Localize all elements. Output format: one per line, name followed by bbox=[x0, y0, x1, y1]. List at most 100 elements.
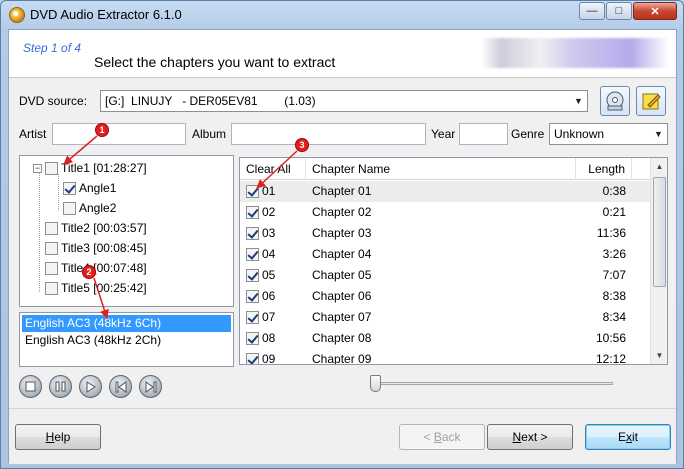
title5-label: Title5 [00:25:42] bbox=[61, 281, 147, 295]
maximize-button[interactable]: □ bbox=[606, 2, 632, 20]
chapter-checkbox[interactable] bbox=[246, 332, 259, 345]
previous-button[interactable] bbox=[109, 375, 132, 398]
audio-stream-item[interactable]: English AC3 (48kHz 6Ch) bbox=[22, 315, 231, 332]
chapter-row[interactable]: 05 Chapter 05 7:07 bbox=[240, 265, 652, 286]
chapter-number: 03 bbox=[262, 226, 276, 240]
genre-select[interactable]: Unknown ▼ bbox=[549, 123, 668, 145]
chevron-down-icon[interactable]: ▼ bbox=[650, 124, 667, 144]
tree-item-title1[interactable]: − Title1 [01:28:27] bbox=[33, 159, 147, 177]
disc-info-button[interactable] bbox=[600, 86, 630, 116]
chapter-checkbox[interactable] bbox=[246, 269, 259, 282]
disc-icon bbox=[606, 91, 624, 111]
chapter-length: 11:36 bbox=[596, 226, 626, 240]
scroll-up-icon[interactable]: ▲ bbox=[651, 158, 667, 175]
pause-icon bbox=[55, 381, 66, 392]
tree-item-title5[interactable]: Title5 [00:25:42] bbox=[45, 279, 147, 297]
close-button[interactable]: ✕ bbox=[633, 2, 677, 20]
chapter-name: Chapter 04 bbox=[312, 247, 372, 261]
chapter-row[interactable]: 02 Chapter 02 0:21 bbox=[240, 202, 652, 223]
maximize-icon: □ bbox=[615, 5, 623, 17]
chapter-name: Chapter 03 bbox=[312, 226, 372, 240]
tree-item-title4[interactable]: Title4 [00:07:48] bbox=[45, 259, 147, 277]
dvd-source-value: [G:] LINUJY - DER05EV81 (1.03) bbox=[105, 94, 316, 108]
chapter-row[interactable]: 06 Chapter 06 8:38 bbox=[240, 286, 652, 307]
stop-button[interactable] bbox=[19, 375, 42, 398]
angle2-label: Angle2 bbox=[79, 201, 117, 215]
minimize-button[interactable]: — bbox=[579, 2, 605, 20]
edit-tags-button[interactable] bbox=[636, 86, 666, 116]
chapter-checkbox[interactable] bbox=[246, 353, 259, 364]
year-label: Year bbox=[431, 127, 456, 141]
next-button-label: Next > bbox=[512, 430, 548, 444]
title2-checkbox[interactable] bbox=[45, 221, 58, 235]
minimize-icon: — bbox=[586, 5, 598, 17]
title-tree[interactable]: − Title1 [01:28:27] Angle1 Angle2 Title2… bbox=[19, 155, 234, 307]
chapter-checkbox[interactable] bbox=[246, 290, 259, 303]
year-input[interactable] bbox=[459, 123, 508, 145]
chapter-length: 12:12 bbox=[595, 352, 626, 365]
title3-label: Title3 [00:08:45] bbox=[61, 241, 147, 255]
annotation-marker-2: 2 bbox=[82, 265, 96, 279]
previous-icon bbox=[115, 380, 126, 393]
audio-stream-list[interactable]: English AC3 (48kHz 6Ch) English AC3 (48k… bbox=[19, 312, 234, 367]
help-button-label: Help bbox=[45, 430, 71, 444]
tree-item-angle1[interactable]: Angle1 bbox=[63, 179, 116, 197]
notepad-edit-icon bbox=[642, 93, 661, 110]
back-button[interactable]: < Back bbox=[399, 424, 485, 450]
title1-checkbox[interactable] bbox=[45, 161, 58, 175]
next-button-wizard[interactable]: Next > bbox=[487, 424, 573, 450]
collapse-icon[interactable]: − bbox=[33, 163, 42, 173]
chapter-row[interactable]: 04 Chapter 04 3:26 bbox=[240, 244, 652, 265]
scroll-thumb[interactable] bbox=[653, 177, 666, 287]
chapter-row[interactable]: 03 Chapter 03 11:36 bbox=[240, 223, 652, 244]
chapter-name: Chapter 05 bbox=[312, 268, 372, 282]
chapter-row[interactable]: 08 Chapter 08 10:56 bbox=[240, 328, 652, 349]
length-header[interactable]: Length bbox=[576, 158, 632, 180]
chapter-select-cell: 03 bbox=[240, 223, 306, 244]
pause-button[interactable] bbox=[49, 375, 72, 398]
chapter-checkbox[interactable] bbox=[246, 311, 259, 324]
scroll-down-icon[interactable]: ▼ bbox=[651, 347, 667, 364]
angle1-label: Angle1 bbox=[79, 181, 117, 195]
blurred-logo bbox=[481, 38, 669, 68]
exit-button[interactable]: Exit bbox=[585, 424, 671, 450]
chapter-name-header[interactable]: Chapter Name bbox=[306, 158, 576, 180]
angle1-checkbox[interactable] bbox=[63, 181, 76, 195]
chapter-length: 7:07 bbox=[602, 268, 626, 282]
artist-input[interactable] bbox=[52, 123, 186, 145]
chapter-checkbox[interactable] bbox=[246, 185, 259, 198]
playback-track[interactable] bbox=[375, 382, 613, 385]
title4-checkbox[interactable] bbox=[45, 261, 58, 275]
chapter-row[interactable]: 07 Chapter 07 8:34 bbox=[240, 307, 652, 328]
angle2-checkbox[interactable] bbox=[63, 201, 76, 215]
chapter-checkbox[interactable] bbox=[246, 248, 259, 261]
app-disc-icon bbox=[9, 7, 25, 23]
chapter-number: 06 bbox=[262, 289, 276, 303]
next-button[interactable] bbox=[139, 375, 162, 398]
audio-stream-item[interactable]: English AC3 (48kHz 2Ch) bbox=[22, 332, 231, 349]
title3-checkbox[interactable] bbox=[45, 241, 58, 255]
tree-item-angle2[interactable]: Angle2 bbox=[63, 199, 116, 217]
chapter-select-cell: 05 bbox=[240, 265, 306, 286]
close-icon: ✕ bbox=[650, 5, 660, 18]
chapter-row[interactable]: 09 Chapter 09 12:12 bbox=[240, 349, 652, 365]
stop-icon bbox=[25, 381, 36, 392]
chapter-number: 01 bbox=[262, 184, 276, 198]
play-button[interactable] bbox=[79, 375, 102, 398]
chapter-scrollbar[interactable]: ▲ ▼ bbox=[650, 158, 667, 364]
chapter-length: 0:38 bbox=[602, 184, 626, 198]
chapter-row[interactable]: 01 Chapter 01 0:38 bbox=[240, 181, 652, 202]
help-button[interactable]: Help bbox=[15, 424, 101, 450]
album-input[interactable] bbox=[231, 123, 426, 145]
chapter-checkbox[interactable] bbox=[246, 227, 259, 240]
tree-item-title2[interactable]: Title2 [00:03:57] bbox=[45, 219, 147, 237]
tree-item-title3[interactable]: Title3 [00:08:45] bbox=[45, 239, 147, 257]
title5-checkbox[interactable] bbox=[45, 281, 58, 295]
title-bar[interactable]: DVD Audio Extractor 6.1.0 — □ ✕ bbox=[1, 1, 683, 29]
clear-all-header[interactable]: Clear All bbox=[240, 158, 306, 180]
chevron-down-icon[interactable]: ▼ bbox=[570, 91, 587, 111]
chapter-number: 09 bbox=[262, 352, 276, 365]
chapter-checkbox[interactable] bbox=[246, 206, 259, 219]
dvd-source-select[interactable]: [G:] LINUJY - DER05EV81 (1.03) ▼ bbox=[100, 90, 588, 112]
playback-slider-thumb[interactable] bbox=[370, 375, 381, 392]
